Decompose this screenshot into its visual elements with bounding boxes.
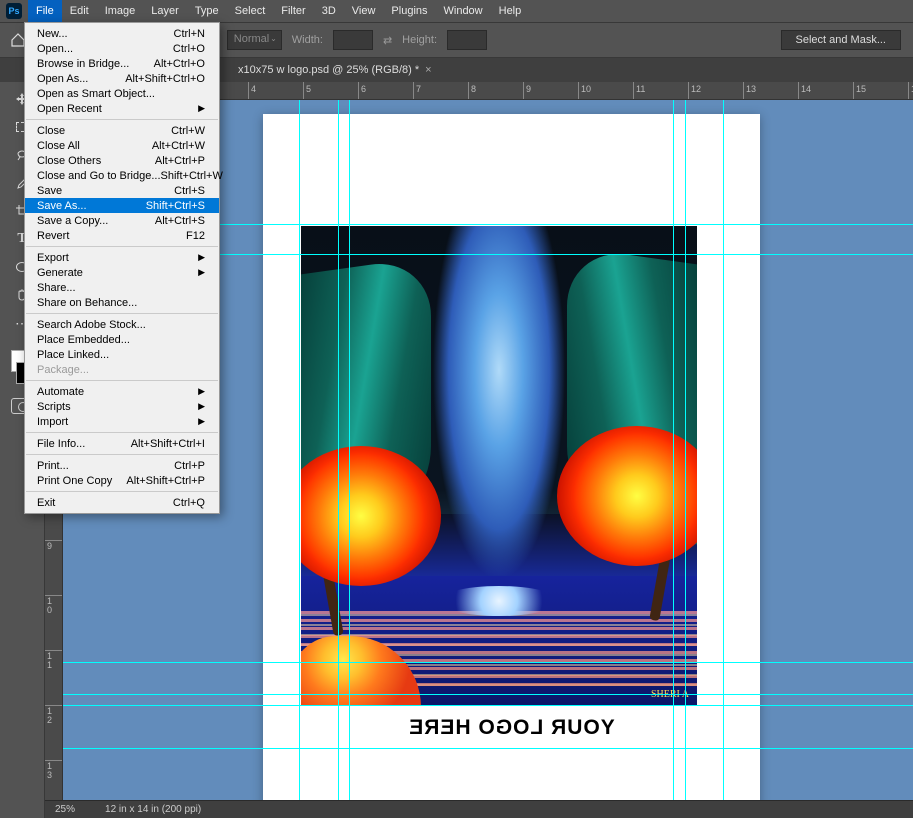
menu-item-exit[interactable]: ExitCtrl+Q — [25, 495, 219, 510]
guide-vertical[interactable] — [299, 100, 300, 800]
menu-item-export[interactable]: Export▶ — [25, 250, 219, 265]
submenu-arrow-icon: ▶ — [198, 401, 205, 412]
menu-file[interactable]: File — [28, 0, 62, 22]
menu-item-print[interactable]: Print...Ctrl+P — [25, 458, 219, 473]
menu-item-browse-in-bridge[interactable]: Browse in Bridge...Alt+Ctrl+O — [25, 56, 219, 71]
zoom-indicator[interactable]: 25% — [55, 804, 75, 815]
document-tab[interactable]: x10x75 w logo.psd @ 25% (RGB/8) * × — [230, 58, 440, 82]
submenu-arrow-icon: ▶ — [198, 267, 205, 278]
submenu-arrow-icon: ▶ — [198, 386, 205, 397]
width-field[interactable] — [333, 30, 373, 50]
ruler-mark: 8 — [468, 82, 476, 99]
ruler-mark: 11 — [633, 82, 645, 99]
menu-separator — [26, 119, 218, 120]
menu-item-scripts[interactable]: Scripts▶ — [25, 399, 219, 414]
guide-vertical[interactable] — [685, 100, 686, 800]
menu-separator — [26, 246, 218, 247]
ruler-mark: 11 — [45, 650, 62, 670]
menu-item-close[interactable]: CloseCtrl+W — [25, 123, 219, 138]
guide-vertical[interactable] — [723, 100, 724, 800]
menu-item-revert[interactable]: RevertF12 — [25, 228, 219, 243]
ruler-mark: 16 — [908, 82, 913, 99]
menu-item-save-as[interactable]: Save As...Shift+Ctrl+S — [25, 198, 219, 213]
submenu-arrow-icon: ▶ — [198, 252, 205, 263]
menu-separator — [26, 432, 218, 433]
menu-item-share[interactable]: Share... — [25, 280, 219, 295]
menu-item-close-and-go-to-bridge[interactable]: Close and Go to Bridge...Shift+Ctrl+W — [25, 168, 219, 183]
style-select[interactable]: Normal⌄ — [227, 30, 282, 50]
menu-item-automate[interactable]: Automate▶ — [25, 384, 219, 399]
ruler-mark: 12 — [45, 705, 62, 725]
ruler-mark: 7 — [413, 82, 421, 99]
menu-item-save-a-copy[interactable]: Save a Copy...Alt+Ctrl+S — [25, 213, 219, 228]
ruler-mark: 14 — [798, 82, 811, 99]
menu-item-import[interactable]: Import▶ — [25, 414, 219, 429]
close-icon[interactable]: × — [425, 64, 431, 76]
menu-item-share-on-behance[interactable]: Share on Behance... — [25, 295, 219, 310]
ruler-mark: 9 — [45, 540, 62, 551]
menu-layer[interactable]: Layer — [143, 0, 187, 22]
menubar: Ps FileEditImageLayerTypeSelectFilter3DV… — [0, 0, 913, 22]
tab-title: x10x75 w logo.psd @ 25% (RGB/8) * — [238, 64, 419, 76]
menu-select[interactable]: Select — [227, 0, 274, 22]
ruler-mark: 5 — [303, 82, 311, 99]
menu-item-place-embedded[interactable]: Place Embedded... — [25, 332, 219, 347]
menu-item-open-as-smart-object[interactable]: Open as Smart Object... — [25, 86, 219, 101]
menu-item-print-one-copy[interactable]: Print One CopyAlt+Shift+Ctrl+P — [25, 473, 219, 488]
menu-item-place-linked[interactable]: Place Linked... — [25, 347, 219, 362]
status-bar: 25% 12 in x 14 in (200 ppi) — [45, 800, 913, 818]
menu-item-package: Package... — [25, 362, 219, 377]
height-label: Height: — [402, 34, 437, 46]
menu-help[interactable]: Help — [491, 0, 530, 22]
height-field[interactable] — [447, 30, 487, 50]
guide-horizontal[interactable] — [63, 748, 913, 749]
guide-vertical[interactable] — [338, 100, 339, 800]
menu-separator — [26, 491, 218, 492]
menu-view[interactable]: View — [344, 0, 384, 22]
ruler-mark: 13 — [45, 760, 62, 780]
app-logo: Ps — [6, 3, 22, 19]
ruler-mark: 12 — [688, 82, 701, 99]
menu-3d[interactable]: 3D — [314, 0, 344, 22]
guide-horizontal[interactable] — [63, 662, 913, 663]
ruler-mark: 9 — [523, 82, 531, 99]
ruler-mark: 10 — [45, 595, 62, 615]
menu-edit[interactable]: Edit — [62, 0, 97, 22]
select-and-mask-button[interactable]: Select and Mask... — [781, 30, 902, 50]
guide-vertical[interactable] — [349, 100, 350, 800]
menu-window[interactable]: Window — [436, 0, 491, 22]
painting-image: SHERI A — [301, 226, 697, 706]
menu-separator — [26, 380, 218, 381]
menu-item-open-as[interactable]: Open As...Alt+Shift+Ctrl+O — [25, 71, 219, 86]
menu-separator — [26, 313, 218, 314]
menu-plugins[interactable]: Plugins — [383, 0, 435, 22]
menu-item-open-recent[interactable]: Open Recent▶ — [25, 101, 219, 116]
ruler-mark: 4 — [248, 82, 256, 99]
menu-item-close-all[interactable]: Close AllAlt+Ctrl+W — [25, 138, 219, 153]
submenu-arrow-icon: ▶ — [198, 416, 205, 427]
ruler-mark: 15 — [853, 82, 866, 99]
width-label: Width: — [292, 34, 323, 46]
guide-horizontal[interactable] — [63, 705, 913, 706]
file-menu-dropdown: New...Ctrl+NOpen...Ctrl+OBrowse in Bridg… — [24, 22, 220, 514]
ruler-mark: 13 — [743, 82, 756, 99]
submenu-arrow-icon: ▶ — [198, 103, 205, 114]
guide-vertical[interactable] — [673, 100, 674, 800]
menu-separator — [26, 454, 218, 455]
menu-type[interactable]: Type — [187, 0, 227, 22]
menu-item-close-others[interactable]: Close OthersAlt+Ctrl+P — [25, 153, 219, 168]
menu-filter[interactable]: Filter — [273, 0, 313, 22]
menu-image[interactable]: Image — [97, 0, 144, 22]
guide-horizontal[interactable] — [63, 694, 913, 695]
ruler-mark: 10 — [578, 82, 591, 99]
menu-item-generate[interactable]: Generate▶ — [25, 265, 219, 280]
menu-item-new[interactable]: New...Ctrl+N — [25, 26, 219, 41]
menu-item-file-info[interactable]: File Info...Alt+Shift+Ctrl+I — [25, 436, 219, 451]
menu-item-search-adobe-stock[interactable]: Search Adobe Stock... — [25, 317, 219, 332]
doc-dimensions[interactable]: 12 in x 14 in (200 ppi) — [105, 804, 201, 815]
swap-icon[interactable]: ⇄ — [383, 34, 392, 47]
menu-item-open[interactable]: Open...Ctrl+O — [25, 41, 219, 56]
ruler-mark: 6 — [358, 82, 366, 99]
menu-item-save[interactable]: SaveCtrl+S — [25, 183, 219, 198]
